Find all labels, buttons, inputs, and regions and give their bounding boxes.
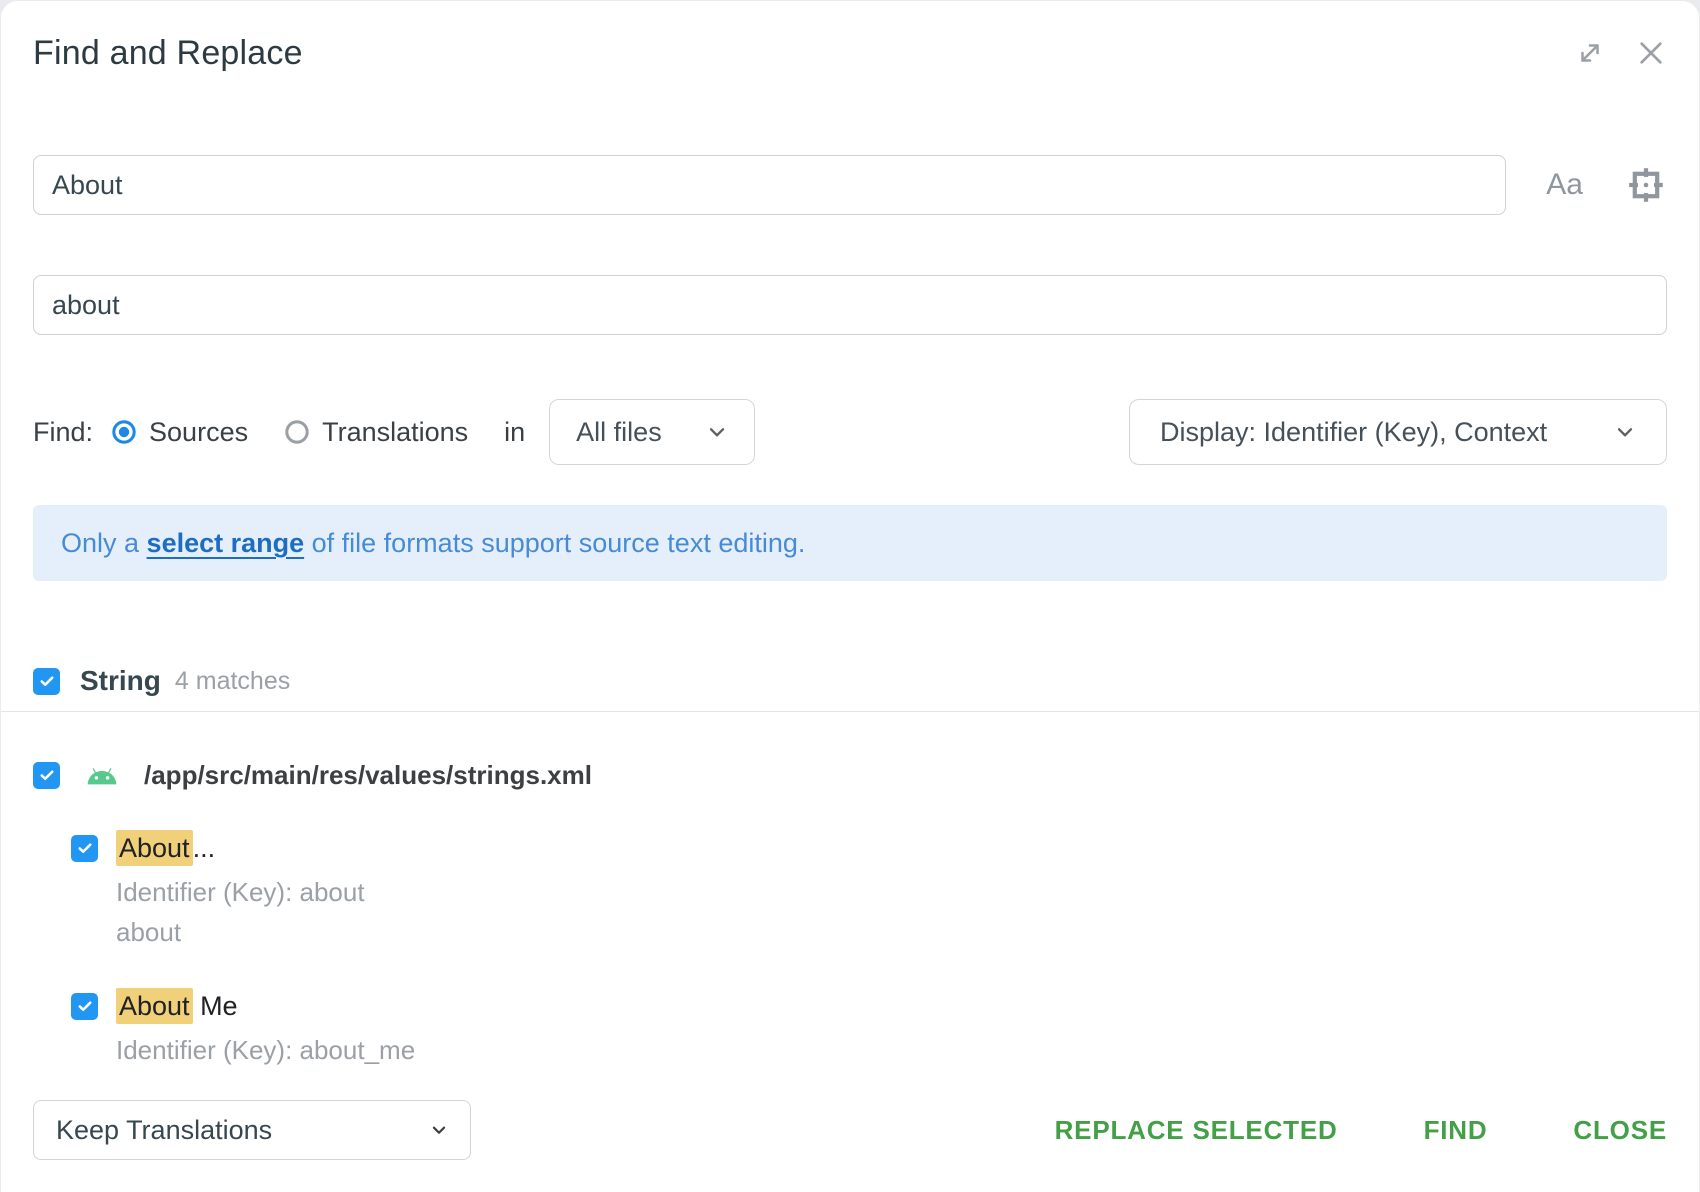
replace-selected-button[interactable]: REPLACE SELECTED [1055,1115,1338,1146]
dialog-header: Find and Replace [33,1,1667,75]
match-identifier: Identifier (Key): about [116,872,1667,912]
match-case-button[interactable]: Aa [1546,170,1583,200]
chevron-down-icon [704,419,730,445]
find-button[interactable]: FIND [1424,1115,1488,1146]
files-scope-value: All files [576,417,662,448]
check-icon [76,997,94,1015]
select-range-link[interactable]: select range [147,528,305,558]
keep-translations-select[interactable]: Keep Translations [33,1100,471,1160]
selection-frame-icon [1625,164,1667,206]
check-icon [76,839,94,857]
close-button[interactable]: CLOSE [1573,1115,1667,1146]
keep-translations-value: Keep Translations [56,1115,272,1146]
match-row: About... Identifier (Key): about about [71,830,1667,952]
info-banner: Only a select range of file formats supp… [33,505,1667,581]
file-row: /app/src/main/res/values/strings.xml [33,756,1667,794]
banner-text-before: Only a [61,528,147,558]
chevron-down-icon [1612,419,1638,445]
options-row: Find: Sources Translations in All files [33,399,1667,465]
match-suffix: Me [193,991,238,1021]
match-details: Identifier (Key): about about [116,872,1667,952]
display-options-value: Display: Identifier (Key), Context [1160,417,1547,448]
in-label: in [504,417,525,448]
find-input[interactable] [33,155,1506,215]
radio-selected-icon [111,419,137,445]
expand-dialog-button[interactable] [1575,38,1605,68]
check-icon [38,766,56,784]
selection-frame-button[interactable] [1625,164,1667,206]
banner-text-after: of file formats support source text edit… [304,528,805,558]
radio-sources-label: Sources [149,417,248,448]
match-suffix: ... [193,833,216,863]
files-scope-select[interactable]: All files [549,399,755,465]
display-options-select[interactable]: Display: Identifier (Key), Context [1129,399,1667,465]
find-and-replace-dialog: Find and Replace Aa [0,0,1700,1192]
page-title: Find and Replace [33,31,303,75]
string-section-checkbox[interactable] [33,668,60,695]
match-identifier: Identifier (Key): about_me [116,1030,1667,1070]
section-divider [1,711,1699,712]
android-icon [82,763,122,787]
close-dialog-button[interactable] [1635,37,1667,69]
replace-input[interactable] [33,275,1667,335]
section-label: String [80,665,161,697]
chevron-down-icon [428,1119,450,1141]
close-icon [1635,37,1667,69]
replace-row [33,275,1667,335]
match-checkbox[interactable] [71,835,98,862]
find-scope-label: Find: [33,417,93,448]
match-count: 4 matches [175,667,290,696]
match-source: about [116,912,1667,952]
match-row: About Me Identifier (Key): about_me [71,988,1667,1070]
radio-translations-label: Translations [322,417,468,448]
highlighted-term: About [116,830,193,866]
dialog-footer: Keep Translations REPLACE SELECTED FIND … [33,1100,1667,1160]
file-path: /app/src/main/res/values/strings.xml [144,760,592,791]
highlighted-term: About [116,988,193,1024]
radio-translations[interactable]: Translations [284,417,468,448]
match-title-row: About Me [71,988,1667,1024]
find-row: Aa [33,155,1667,215]
radio-sources[interactable]: Sources [111,417,248,448]
match-checkbox[interactable] [71,993,98,1020]
match-title-row: About... [71,830,1667,866]
header-icons [1575,37,1667,69]
string-section-row: String 4 matches [33,661,1667,701]
file-checkbox[interactable] [33,762,60,789]
expand-icon [1575,38,1605,68]
match-details: Identifier (Key): about_me [116,1030,1667,1070]
check-icon [38,672,56,690]
match-text: About Me [116,991,238,1022]
footer-actions: REPLACE SELECTED FIND CLOSE [1055,1115,1667,1146]
match-text: About... [116,833,215,864]
radio-unselected-icon [284,419,310,445]
